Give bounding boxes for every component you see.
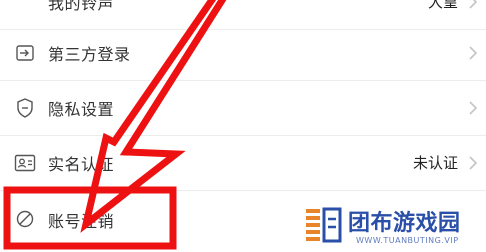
settings-row-label: 账号注销 (48, 212, 115, 231)
verification-status: 未认证 (412, 154, 458, 172)
watermark-name: 团布游戏园 (348, 211, 461, 236)
settings-row-label: 隐私设置 (48, 99, 115, 119)
chevron-right-icon (469, 45, 478, 60)
settings-row-privacy[interactable]: 隐私设置 (0, 80, 486, 136)
id-card-icon (14, 152, 36, 174)
watermark-logo-icon (306, 207, 342, 243)
settings-row-label: 第三方登录 (48, 44, 131, 64)
link-icon (14, 42, 36, 64)
watermark: 团布游戏园 WWW.TUANBUTING.VIP (300, 202, 486, 252)
forbidden-icon (14, 208, 36, 230)
settings-row-value: 大皇 (427, 0, 458, 11)
settings-row-label: 我的铃声 (48, 0, 115, 13)
settings-row-label: 实名认证 (48, 154, 115, 174)
settings-row-third-party-login[interactable]: 第三方登录 (0, 25, 486, 81)
chevron-right-icon (469, 155, 478, 170)
chevron-right-icon (469, 0, 478, 9)
shield-icon (14, 97, 36, 119)
chevron-right-icon (469, 100, 478, 115)
watermark-url: WWW.TUANBUTING.VIP (356, 236, 459, 245)
settings-row-real-name-verification[interactable]: 实名认证 未认证 (0, 135, 486, 191)
